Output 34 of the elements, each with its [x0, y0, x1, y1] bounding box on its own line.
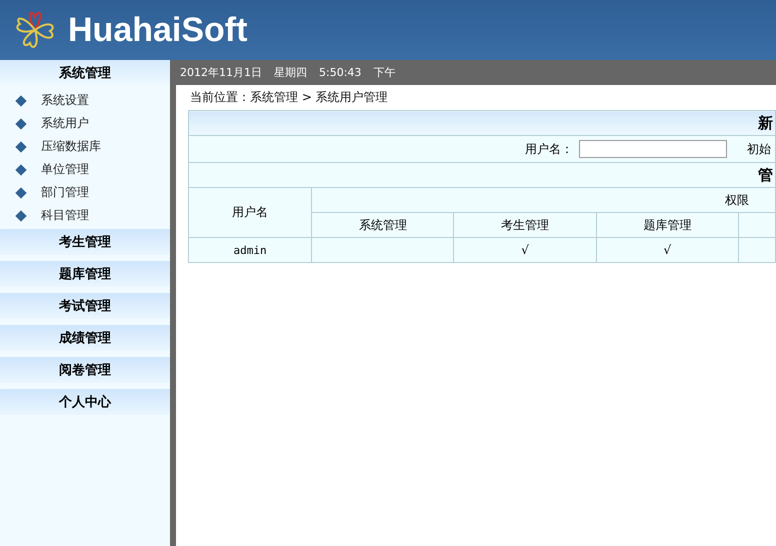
breadcrumb: 当前位置：系统管理 > 系统用户管理: [189, 89, 389, 106]
sidebar-section[interactable]: 阅卷管理: [0, 357, 170, 383]
sidebar-section[interactable]: 考试管理: [0, 293, 170, 319]
table-cell: √: [596, 238, 738, 262]
sidebar-section[interactable]: 考生管理: [0, 229, 170, 255]
sidebar-item[interactable]: 单位管理: [0, 158, 170, 181]
date-text: 2012年11月1日: [180, 65, 262, 80]
sidebar-section[interactable]: 个人中心: [0, 389, 170, 415]
form-title: 新: [188, 110, 776, 136]
table-header: 考生管理: [454, 212, 596, 238]
sidebar-section[interactable]: 成绩管理: [0, 325, 170, 351]
time-text: 5:50:43: [319, 66, 362, 79]
table-cell: √: [454, 238, 596, 262]
weekday-text: 星期四: [274, 65, 307, 80]
sidebar-item[interactable]: 压缩数据库: [0, 135, 170, 158]
table-header: 系统管理: [312, 212, 454, 238]
table-header: 题库管理: [596, 212, 738, 238]
table-cell: [738, 238, 776, 262]
sidebar-section[interactable]: 题库管理: [0, 261, 170, 287]
sidebar-item[interactable]: 系统设置: [0, 89, 170, 112]
sidebar-item[interactable]: 科目管理: [0, 204, 170, 227]
sidebar-item[interactable]: 部门管理: [0, 181, 170, 204]
username-input[interactable]: [579, 140, 727, 158]
period-text: 下午: [373, 65, 396, 80]
table-cell: admin: [188, 238, 312, 262]
sidebar-title: 系统管理: [0, 60, 170, 85]
table-title: 管: [188, 162, 776, 188]
table-header: 用户名: [188, 188, 312, 238]
table-header: [738, 212, 776, 238]
field-label: 初始: [747, 140, 771, 158]
table-header: 权限: [312, 188, 776, 212]
brand-name: HuahaiSoft: [68, 10, 248, 50]
sidebar-item[interactable]: 系统用户: [0, 112, 170, 135]
field-label: 用户名：: [525, 140, 573, 158]
